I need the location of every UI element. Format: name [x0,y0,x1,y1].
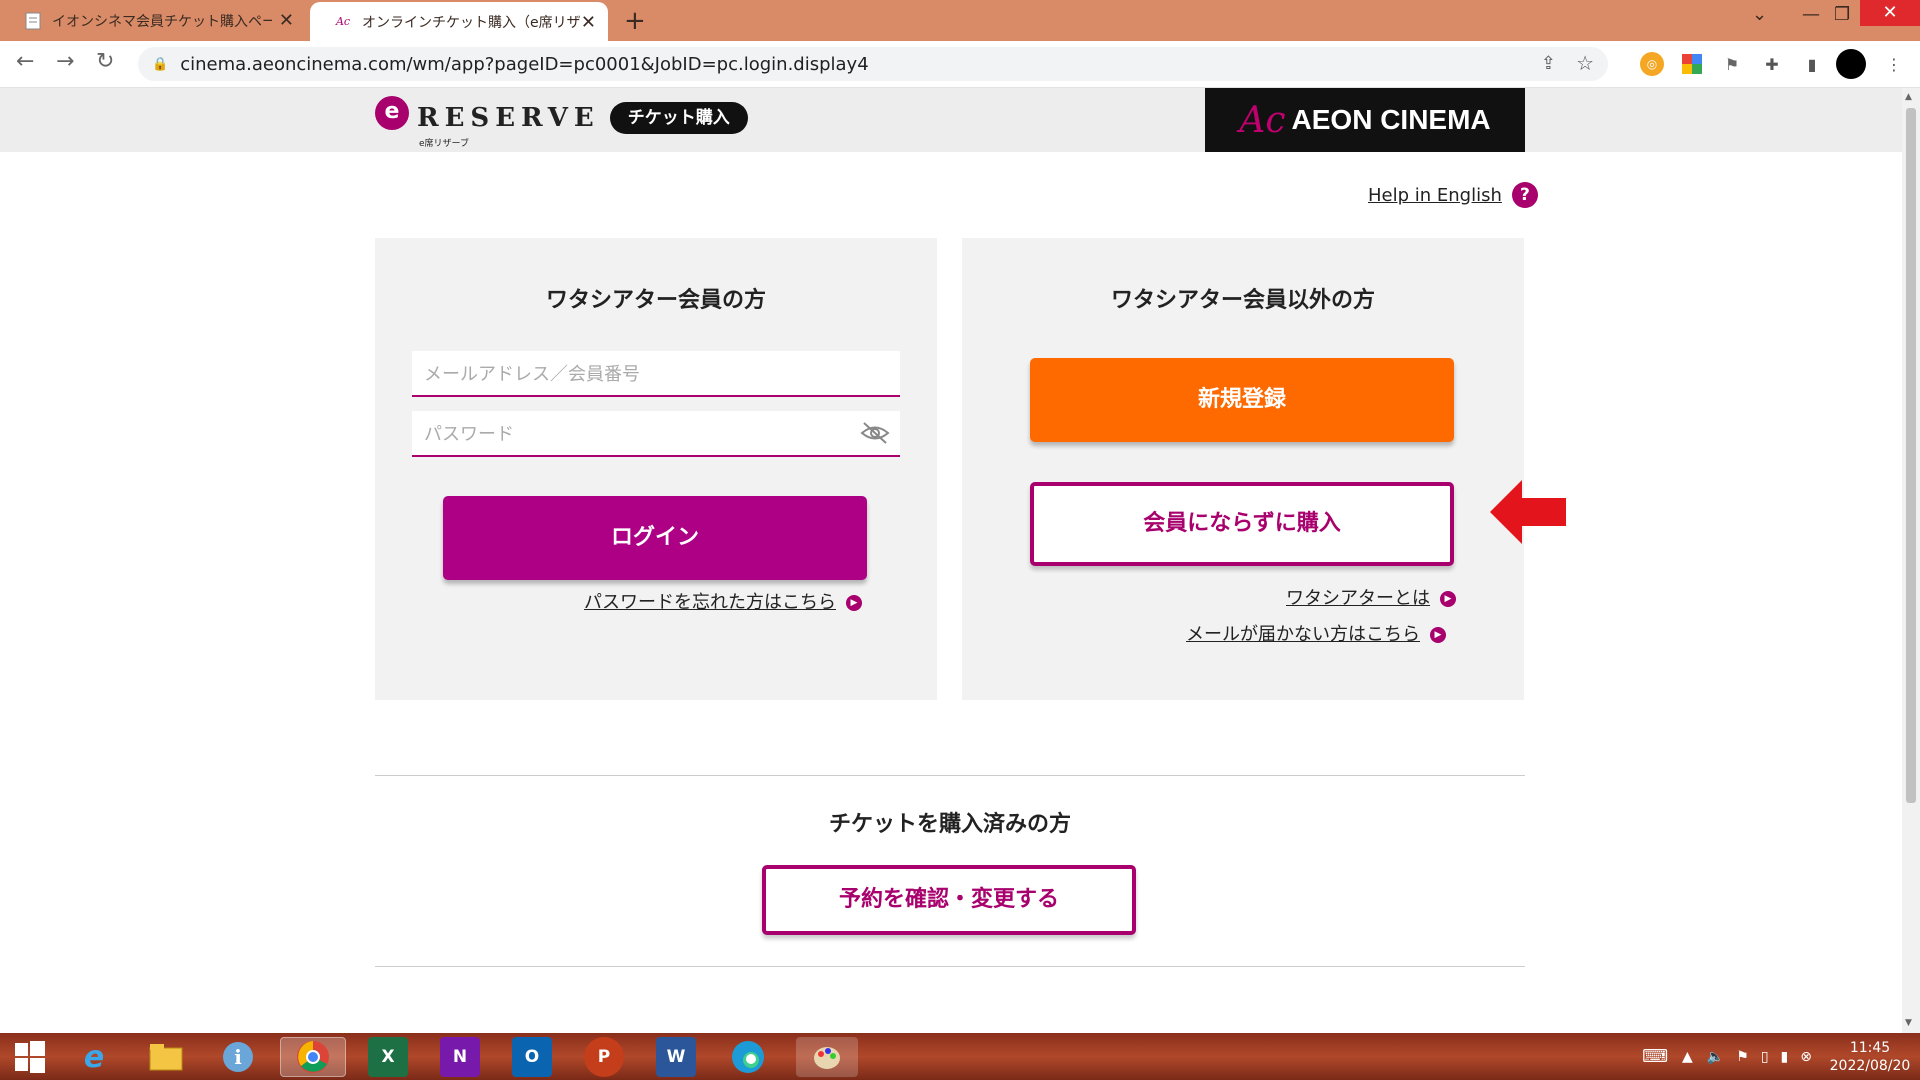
divider [375,775,1525,776]
google-extension-icon[interactable] [1680,52,1704,76]
purchased-section-title: チケットを購入済みの方 [828,812,1071,837]
help-in-english-link[interactable]: Help in English ? [1368,182,1538,208]
tab-search-icon[interactable]: ⌄ [1752,4,1767,25]
email-placeholder: メールアドレス／会員番号 [424,364,640,385]
taskbar-clock[interactable]: 11:45 2022/08/20 [1820,1039,1920,1075]
forgot-password-label: パスワードを忘れた方はこちら [584,592,836,613]
volume-icon[interactable]: 🔈 [1707,1049,1724,1065]
ereserve-logo[interactable]: e RESERVE e席リザーブ チケット購入 [375,96,748,149]
system-tray: ⌨ ▲ 🔈 ⚑ ▯ ▮ ⊗ 11:45 2022/08/20 [1642,1033,1920,1080]
non-member-panel: ワタシアター会員以外の方 新規登録 会員にならずに購入 ワタシアターとは ▶ メ… [962,238,1524,700]
hide-password-eye-icon[interactable] [860,420,890,446]
restore-icon[interactable]: ❐ [1834,4,1850,25]
scroll-up-icon[interactable]: ▲ [1905,92,1912,102]
member-panel-title: ワタシアター会員の方 [545,288,766,313]
member-login-panel: ワタシアター会員の方 メールアドレス／会員番号 パスワード ログイン パスワード… [375,238,937,700]
clock-time: 11:45 [1849,1039,1891,1056]
e-logo-icon: e [375,96,411,140]
clock-date: 2022/08/20 [1829,1057,1911,1074]
tab-title: オンラインチケット購入（e席リザーブ） [362,14,582,31]
login-button[interactable]: ログイン [443,496,867,580]
non-member-panel-title: ワタシアター会員以外の方 [1110,288,1375,313]
about-link-label: ワタシアターとは [1286,588,1430,609]
file-explorer-icon[interactable] [146,1037,186,1077]
about-watashiter-link[interactable]: ワタシアターとは ▶ [1286,584,1456,610]
puzzle-extensions-icon[interactable]: ✚ [1760,52,1784,76]
windows-start-icon[interactable] [10,1037,50,1077]
new-tab-icon[interactable]: + [624,6,646,36]
close-tab-icon[interactable]: ✕ [581,12,596,33]
password-field[interactable]: パスワード [412,411,900,457]
info-app-icon[interactable]: i [218,1037,258,1077]
brand-name: AEON CINEMA [1291,104,1491,135]
aeon-cinema-logo[interactable]: Ac AEON CINEMA [1205,88,1525,152]
red-arrow-annotation-icon [1490,480,1566,544]
menu-kebab-icon[interactable]: ⋮ [1882,52,1906,76]
ticket-purchase-badge: チケット購入 [609,102,748,134]
window-close-icon[interactable]: ✕ [1860,0,1920,26]
address-bar[interactable]: 🔒 cinema.aeoncinema.com/wm/app?pageID=pc… [138,47,1608,81]
excel-icon[interactable]: X [368,1037,408,1077]
word-icon[interactable]: W [656,1037,696,1077]
password-placeholder: パスワード [424,424,514,445]
powerpoint-icon[interactable]: P [584,1037,624,1077]
logo-text: RESERVE [417,103,600,133]
arrow-right-icon: ▶ [1440,591,1456,607]
browser-tab-bar: イオンシネマ会員チケット購入ページ ✕ Ac オンラインチケット購入（e席リザー… [0,0,1920,41]
internet-explorer-icon[interactable]: e [74,1037,114,1077]
battery-icon[interactable]: ▯ [1761,1049,1769,1065]
brand-mark: Ac [1239,99,1286,141]
extension-icon[interactable]: ◎ [1640,52,1664,76]
show-hidden-icons-icon[interactable]: ▲ [1682,1049,1693,1065]
status-close-icon[interactable]: ⊗ [1800,1049,1812,1065]
lock-icon: 🔒 [152,56,169,72]
browser-tab-1[interactable]: イオンシネマ会員チケット購入ページ ✕ [0,0,306,41]
guest-purchase-button[interactable]: 会員にならずに購入 [1030,482,1454,566]
arrow-right-icon: ▶ [1430,627,1446,643]
keyboard-icon[interactable]: ⌨ [1642,1046,1668,1067]
action-center-flag-icon[interactable]: ⚑ [1736,1049,1749,1065]
mail-link-label: メールが届かない方はこちら [1186,624,1420,645]
browser-tab-2[interactable]: Ac オンラインチケット購入（e席リザーブ） ✕ [310,2,608,41]
minimize-icon[interactable]: — [1802,4,1820,25]
flag-extension-icon[interactable]: ⚑ [1720,52,1744,76]
forgot-password-link[interactable]: パスワードを忘れた方はこちら ▶ [584,588,862,614]
help-label: Help in English [1368,184,1502,206]
scroll-thumb[interactable] [1906,108,1916,803]
site-header: e RESERVE e席リザーブ チケット購入 Ac AEON CINEMA [0,88,1902,152]
divider [375,966,1525,967]
page-content: e RESERVE e席リザーブ チケット購入 Ac AEON CINEMA H… [0,88,1920,1033]
confirm-reservation-button[interactable]: 予約を確認・変更する [762,865,1136,935]
email-field[interactable]: メールアドレス／会員番号 [412,351,900,397]
question-icon: ? [1511,182,1538,208]
outlook-icon[interactable]: O [512,1037,552,1077]
edge-icon[interactable] [728,1037,768,1077]
chrome-taskbar-icon[interactable] [280,1037,346,1077]
windows-taskbar: e i X N O P W ⌨ ▲ 🔈 ⚑ ▯ ▮ ⊗ 11:45 2022/0… [0,1033,1920,1080]
bookmark-star-icon[interactable]: ☆ [1576,51,1594,75]
share-icon[interactable]: ⇪ [1541,53,1556,74]
logo-subtext: e席リザーブ [419,139,469,149]
profile-avatar[interactable] [1836,49,1866,79]
url-text: cinema.aeoncinema.com/wm/app?pageID=pc00… [180,53,869,75]
tab-title: イオンシネマ会員チケット購入ページ [52,13,272,30]
register-button[interactable]: 新規登録 [1030,358,1454,442]
onenote-icon[interactable]: N [440,1037,480,1077]
forward-icon[interactable]: → [56,49,74,74]
arrow-right-icon: ▶ [846,595,862,611]
scroll-down-icon[interactable]: ▼ [1905,1018,1912,1028]
aeon-favicon-icon: Ac [335,15,351,28]
paint-icon[interactable] [796,1037,858,1077]
side-panel-icon[interactable]: ▮ [1800,52,1824,76]
svg-text:i: i [234,1045,242,1069]
browser-toolbar: ← → ↻ 🔒 cinema.aeoncinema.com/wm/app?pag… [0,41,1920,88]
document-icon [24,12,42,30]
mail-not-received-link[interactable]: メールが届かない方はこちら ▶ [1186,620,1446,646]
reload-icon[interactable]: ↻ [96,49,114,74]
back-icon[interactable]: ← [16,49,34,74]
close-tab-icon[interactable]: ✕ [279,10,294,31]
network-signal-icon[interactable]: ▮ [1781,1049,1789,1065]
vertical-scrollbar[interactable]: ▲ ▼ [1902,88,1920,1033]
